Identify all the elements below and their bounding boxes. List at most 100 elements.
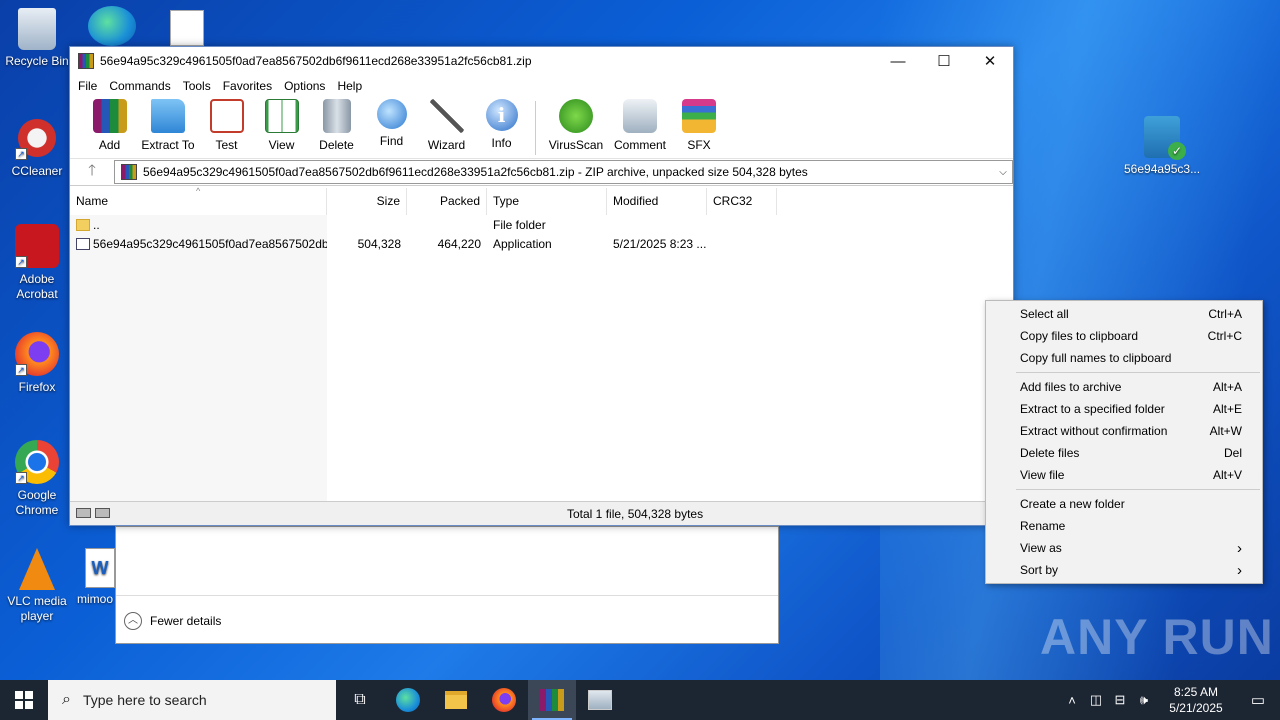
column-packed[interactable]: Packed xyxy=(407,188,487,215)
archive-path-field[interactable]: 56e94a95c329c4961505f0ad7ea8567502db6f96… xyxy=(114,160,1013,184)
delete-button[interactable]: Delete xyxy=(309,97,364,152)
file-list[interactable]: ^ Name Size Packed Type Modified CRC32 .… xyxy=(70,186,1013,501)
meet-now-icon[interactable]: ◫ xyxy=(1084,692,1108,708)
status-text: Total 1 file, 504,328 bytes xyxy=(567,507,704,521)
winrar-app-icon xyxy=(78,53,94,69)
row-name: 56e94a95c329c4961505f0ad7ea8567502db6... xyxy=(93,236,327,251)
comment-label: Comment xyxy=(613,138,666,152)
taskbar-edge[interactable] xyxy=(384,680,432,720)
chrome-icon: ↗ xyxy=(15,440,59,484)
column-type[interactable]: Type xyxy=(487,188,607,215)
desktop-icon-exe-file[interactable]: ✓ 56e94a95c3... xyxy=(1124,116,1200,177)
add-button[interactable]: Add xyxy=(82,97,137,152)
menu-item-create-folder[interactable]: Create a new folder xyxy=(986,493,1262,515)
desktop-icon-label: Firefox xyxy=(18,380,56,394)
taskbar-search-box[interactable]: ⌕ Type here to search xyxy=(48,680,336,720)
sfx-button[interactable]: SFX xyxy=(672,97,726,152)
menu-item-view-file[interactable]: View file Alt+V xyxy=(986,464,1262,486)
toolbar: Add Extract To Test View Delete Find Wiz… xyxy=(70,97,1013,159)
menu-item-select-all[interactable]: Select all Ctrl+A xyxy=(986,303,1262,325)
title-bar[interactable]: 56e94a95c329c4961505f0ad7ea8567502db6f96… xyxy=(70,47,1013,75)
taskbar-firefox[interactable] xyxy=(480,680,528,720)
address-bar: 🡑 56e94a95c329c4961505f0ad7ea8567502db6f… xyxy=(70,159,1013,186)
virusscan-label: VirusScan xyxy=(548,138,604,152)
wizard-label: Wizard xyxy=(427,138,466,152)
sfx-box-icon xyxy=(682,99,716,133)
menu-commands[interactable]: Commands xyxy=(103,79,176,93)
comment-button[interactable]: Comment xyxy=(608,97,672,152)
volume-icon[interactable]: 🕪 xyxy=(1132,692,1156,708)
status-bar: Total 1 file, 504,328 bytes xyxy=(70,501,1013,525)
dialog-footer: ︿ Fewer details xyxy=(116,595,778,643)
column-crc32[interactable]: CRC32 xyxy=(707,188,777,215)
chevron-right-icon: › xyxy=(1237,561,1242,579)
notification-icon[interactable]: ▭ xyxy=(1236,691,1280,709)
menu-item-add-files[interactable]: Add files to archive Alt+A xyxy=(986,376,1262,398)
desktop-icon-label: CCleaner xyxy=(11,164,63,178)
view-button[interactable]: View xyxy=(254,97,309,152)
fewer-details-button[interactable]: ︿ Fewer details xyxy=(124,612,221,630)
desktop-icon-adobe-acrobat[interactable]: ↗ Adobe Acrobat xyxy=(0,224,74,302)
menu-item-view-as[interactable]: View as › xyxy=(986,537,1262,559)
menu-item-delete-files[interactable]: Delete files Del xyxy=(986,442,1262,464)
shortcut-arrow-icon: ↗ xyxy=(15,364,27,376)
chevron-up-icon[interactable]: ˄ xyxy=(1060,693,1084,708)
up-folder-icon[interactable]: 🡑 xyxy=(70,160,114,185)
table-row[interactable]: .. File folder xyxy=(70,215,1013,234)
extract-to-button[interactable]: Extract To xyxy=(137,97,199,152)
extract-to-label: Extract To xyxy=(141,138,195,152)
chevron-down-icon[interactable]: ⌵ xyxy=(994,167,1012,178)
menu-favorites[interactable]: Favorites xyxy=(217,79,278,93)
row-modified: 5/21/2025 8:23 ... xyxy=(613,236,707,251)
menu-options[interactable]: Options xyxy=(278,79,331,93)
desktop-icon-recycle-bin[interactable]: Recycle Bin xyxy=(0,8,74,69)
desktop-icon-label: Google Chrome xyxy=(15,488,59,517)
menu-tools[interactable]: Tools xyxy=(177,79,217,93)
column-modified[interactable]: Modified xyxy=(607,188,707,215)
firefox-icon: ↗ xyxy=(15,332,59,376)
comment-bubble-icon xyxy=(623,99,657,133)
edge-desktop-icon[interactable] xyxy=(88,6,136,46)
menu-item-rename[interactable]: Rename xyxy=(986,515,1262,537)
wizard-button[interactable]: Wizard xyxy=(419,97,474,152)
winrar-icon xyxy=(540,689,564,711)
table-row[interactable]: 56e94a95c329c4961505f0ad7ea8567502db6...… xyxy=(70,234,1013,253)
network-icon[interactable]: ⊟ xyxy=(1108,692,1132,708)
image-file-desktop-icon[interactable] xyxy=(170,10,204,46)
start-button[interactable] xyxy=(0,680,48,720)
minimize-button[interactable]: — xyxy=(875,47,921,75)
view-label: View xyxy=(268,138,295,152)
virus-scan-icon xyxy=(559,99,593,133)
maximize-button[interactable]: ☐ xyxy=(921,47,967,75)
taskbar-file-explorer[interactable] xyxy=(432,680,480,720)
desktop-icon-google-chrome[interactable]: ↗ Google Chrome xyxy=(0,440,74,518)
desktop-icon-firefox[interactable]: ↗ Firefox xyxy=(0,332,74,395)
installer-file-icon: ✓ xyxy=(1144,116,1186,160)
test-button[interactable]: Test xyxy=(199,97,254,152)
close-button[interactable]: ✕ xyxy=(967,47,1013,75)
desktop-icon-vlc[interactable]: VLC media player xyxy=(0,548,74,624)
column-size[interactable]: Size xyxy=(327,188,407,215)
taskbar-winrar[interactable] xyxy=(528,680,576,720)
virusscan-button[interactable]: VirusScan xyxy=(544,97,608,152)
row-type: Application xyxy=(493,236,552,251)
drive-icon[interactable] xyxy=(76,508,91,518)
desktop-icon-ccleaner[interactable]: ↗ CCleaner xyxy=(0,116,74,179)
key-icon[interactable] xyxy=(95,508,110,518)
menu-item-copy-full-names[interactable]: Copy full names to clipboard xyxy=(986,347,1262,369)
magnifier-icon xyxy=(376,99,407,129)
clock[interactable]: 8:25 AM 5/21/2025 xyxy=(1156,684,1236,716)
menu-help[interactable]: Help xyxy=(331,79,368,93)
menu-item-copy-files[interactable]: Copy files to clipboard Ctrl+C xyxy=(986,325,1262,347)
find-button[interactable]: Find xyxy=(364,97,419,148)
taskbar-app[interactable] xyxy=(576,680,624,720)
menu-item-extract-to[interactable]: Extract to a specified folder Alt+E xyxy=(986,398,1262,420)
menu-file[interactable]: File xyxy=(72,79,103,93)
menu-item-extract-without-confirmation[interactable]: Extract without confirmation Alt+W xyxy=(986,420,1262,442)
task-view-button[interactable]: ⧉ xyxy=(336,680,384,720)
info-button[interactable]: i Info xyxy=(474,97,529,150)
row-packed: 464,220 xyxy=(437,236,481,251)
application-file-icon xyxy=(76,237,90,250)
add-archive-icon xyxy=(92,99,127,133)
menu-item-sort-by[interactable]: Sort by › xyxy=(986,559,1262,581)
